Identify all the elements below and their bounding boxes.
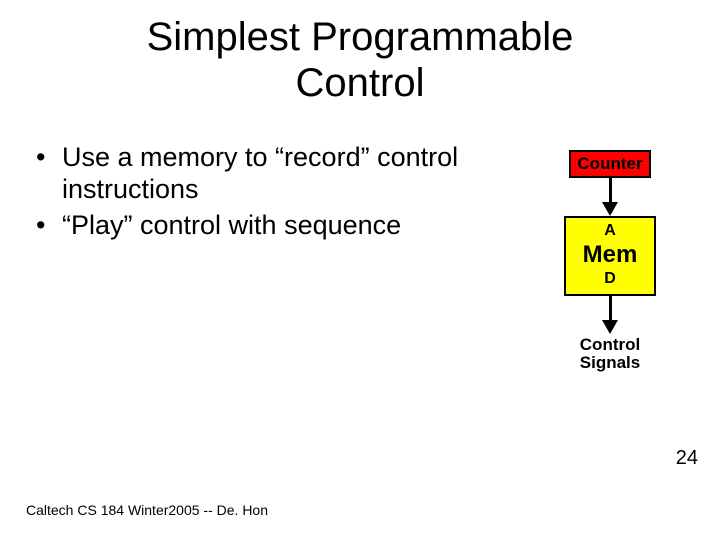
mem-box: A Mem D <box>564 216 656 296</box>
arrow-head <box>602 320 618 334</box>
page-number: 24 <box>676 447 698 470</box>
arrow-shaft <box>609 296 612 320</box>
arrow-down-icon <box>540 296 680 334</box>
bullet-item: “Play” control with sequence <box>30 210 470 242</box>
title-line2: Control <box>296 61 425 105</box>
mem-port-d: D <box>566 270 654 288</box>
signals-line2: Signals <box>580 353 640 372</box>
diagram: Counter A Mem D Control Signals <box>540 150 680 373</box>
footer-text: Caltech CS 184 Winter2005 -- De. Hon <box>26 502 268 518</box>
mem-label: Mem <box>566 242 654 268</box>
slide: Simplest Programmable Control Use a memo… <box>0 0 720 540</box>
bullet-item: Use a memory to “record” control instruc… <box>30 142 470 206</box>
arrow-head <box>602 202 618 216</box>
bullet-text: Use a memory to “record” control instruc… <box>62 142 458 204</box>
counter-block: Counter <box>540 150 680 178</box>
title-line1: Simplest Programmable <box>147 15 574 59</box>
control-signals-label: Control Signals <box>540 336 680 373</box>
bullet-list: Use a memory to “record” control instruc… <box>30 142 470 246</box>
arrow-down-icon <box>540 178 680 216</box>
arrow-shaft <box>609 178 612 202</box>
slide-title: Simplest Programmable Control <box>0 14 720 106</box>
mem-port-a: A <box>566 222 654 240</box>
bullet-text: “Play” control with sequence <box>62 210 401 240</box>
signals-line1: Control <box>580 335 640 354</box>
counter-box: Counter <box>569 150 650 178</box>
